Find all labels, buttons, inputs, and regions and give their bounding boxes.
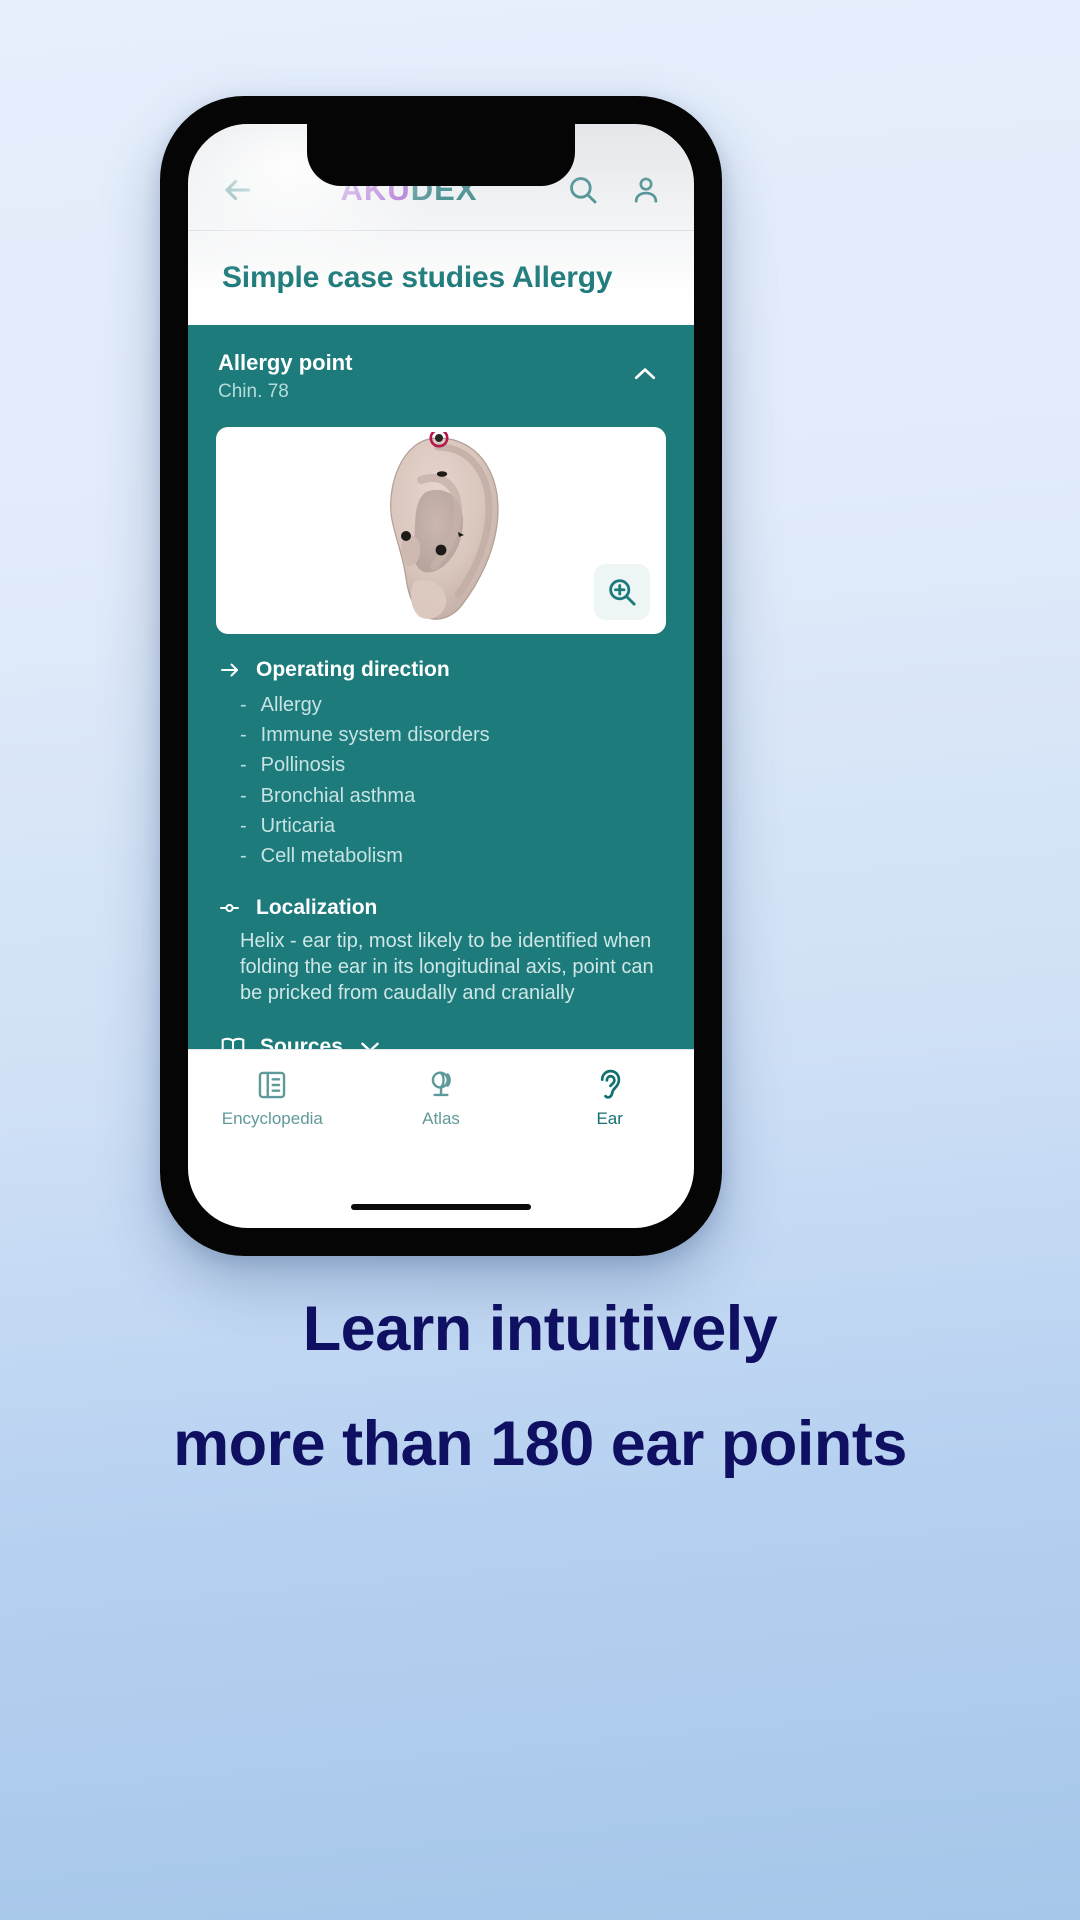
tab-encyclopedia[interactable]: Encyclopedia (188, 1068, 357, 1129)
list-item: - Bronchial asthma (240, 781, 664, 811)
section-sources: Sources (188, 1034, 694, 1049)
tab-label: Encyclopedia (221, 1109, 323, 1128)
accordion-title: Allergy point (218, 350, 353, 375)
phone-mockup: AKUDEX Simple case studies Allergy Aller… (160, 96, 722, 1256)
bullet-dash: - (240, 845, 247, 868)
list-item: - Cell metabolism (240, 841, 664, 871)
section-localization: Localization Helix - ear tip, most likel… (188, 896, 694, 1007)
tab-ear[interactable]: Ear (525, 1068, 694, 1129)
list-item-label: Urticaria (260, 815, 336, 838)
tab-atlas[interactable]: Atlas (357, 1068, 526, 1129)
section-operating-direction: Operating direction - Allergy - Immune s… (188, 658, 694, 872)
accordion-titles: Allergy point Chin. 78 (218, 349, 630, 403)
list-item: - Allergy (240, 690, 664, 720)
list-item-label: Immune system disorders (260, 723, 490, 746)
chevron-down-icon[interactable] (357, 1034, 383, 1049)
bottom-tab-bar: Encyclopedia Atlas Ear (188, 1049, 694, 1149)
phone-screen: AKUDEX Simple case studies Allergy Aller… (188, 124, 694, 1228)
sources-label: Sources (260, 1035, 343, 1049)
localization-text: Helix - ear tip, most likely to be ident… (240, 929, 654, 1005)
section-header: Operating direction (218, 658, 664, 682)
list-item: - Immune system disorders (240, 720, 664, 750)
page-title-bar: Simple case studies Allergy (188, 231, 694, 325)
person-icon[interactable] (630, 174, 662, 206)
tab-label: Ear (596, 1109, 623, 1128)
accordion-subtitle: Chin. 78 (218, 380, 289, 402)
arrow-left-icon (225, 179, 250, 201)
bullet-dash: - (240, 815, 247, 838)
list-item: - Urticaria (240, 811, 664, 841)
section-label: Operating direction (256, 657, 450, 681)
ear-svg (390, 432, 499, 620)
book-open-icon (259, 1071, 286, 1099)
globe-icon (431, 1071, 451, 1097)
section-header: Localization (218, 896, 664, 920)
phone-notch (307, 124, 575, 186)
home-indicator[interactable] (351, 1204, 531, 1210)
bullet-dash: - (240, 784, 247, 807)
sources-toggle[interactable]: Sources (218, 1034, 664, 1049)
marketing-line-2: more than 180 ear points (173, 1409, 907, 1479)
list-item-label: Allergy (260, 693, 322, 716)
arrow-right-icon (221, 663, 238, 676)
accordion-toggle[interactable] (630, 349, 664, 394)
bullet-dash: - (240, 693, 247, 716)
zoom-in-button[interactable] (594, 563, 650, 620)
bullet-dash: - (240, 723, 247, 746)
ear-icon (600, 1069, 620, 1099)
back-button[interactable] (220, 173, 276, 207)
ear-image-card[interactable] (216, 426, 666, 634)
list-item-label: Pollinosis (260, 754, 346, 777)
page-title: Simple case studies Allergy (222, 261, 613, 294)
content-panel: Allergy point Chin. 78 Operating directi… (188, 325, 694, 1049)
highlighted-point-dot (435, 434, 443, 442)
point-marker-icon (220, 903, 239, 912)
section-label: Localization (256, 895, 378, 919)
bullet-dash: - (240, 754, 247, 777)
zoom-in-icon (609, 578, 636, 606)
marketing-line-1: Learn intuitively (302, 1294, 778, 1364)
operating-direction-list: - Allergy - Immune system disorders - Po… (218, 690, 664, 872)
list-item: - Pollinosis (240, 750, 664, 780)
book-icon (221, 1038, 245, 1049)
tab-label: Atlas (422, 1109, 460, 1128)
accordion-header[interactable]: Allergy point Chin. 78 (188, 325, 694, 421)
search-icon[interactable] (566, 173, 600, 207)
marketing-copy: Learn intuitively more than 180 ear poin… (0, 1298, 1080, 1476)
list-item-label: Cell metabolism (260, 845, 403, 868)
list-item-label: Bronchial asthma (260, 784, 416, 807)
chevron-up-icon (634, 368, 656, 380)
